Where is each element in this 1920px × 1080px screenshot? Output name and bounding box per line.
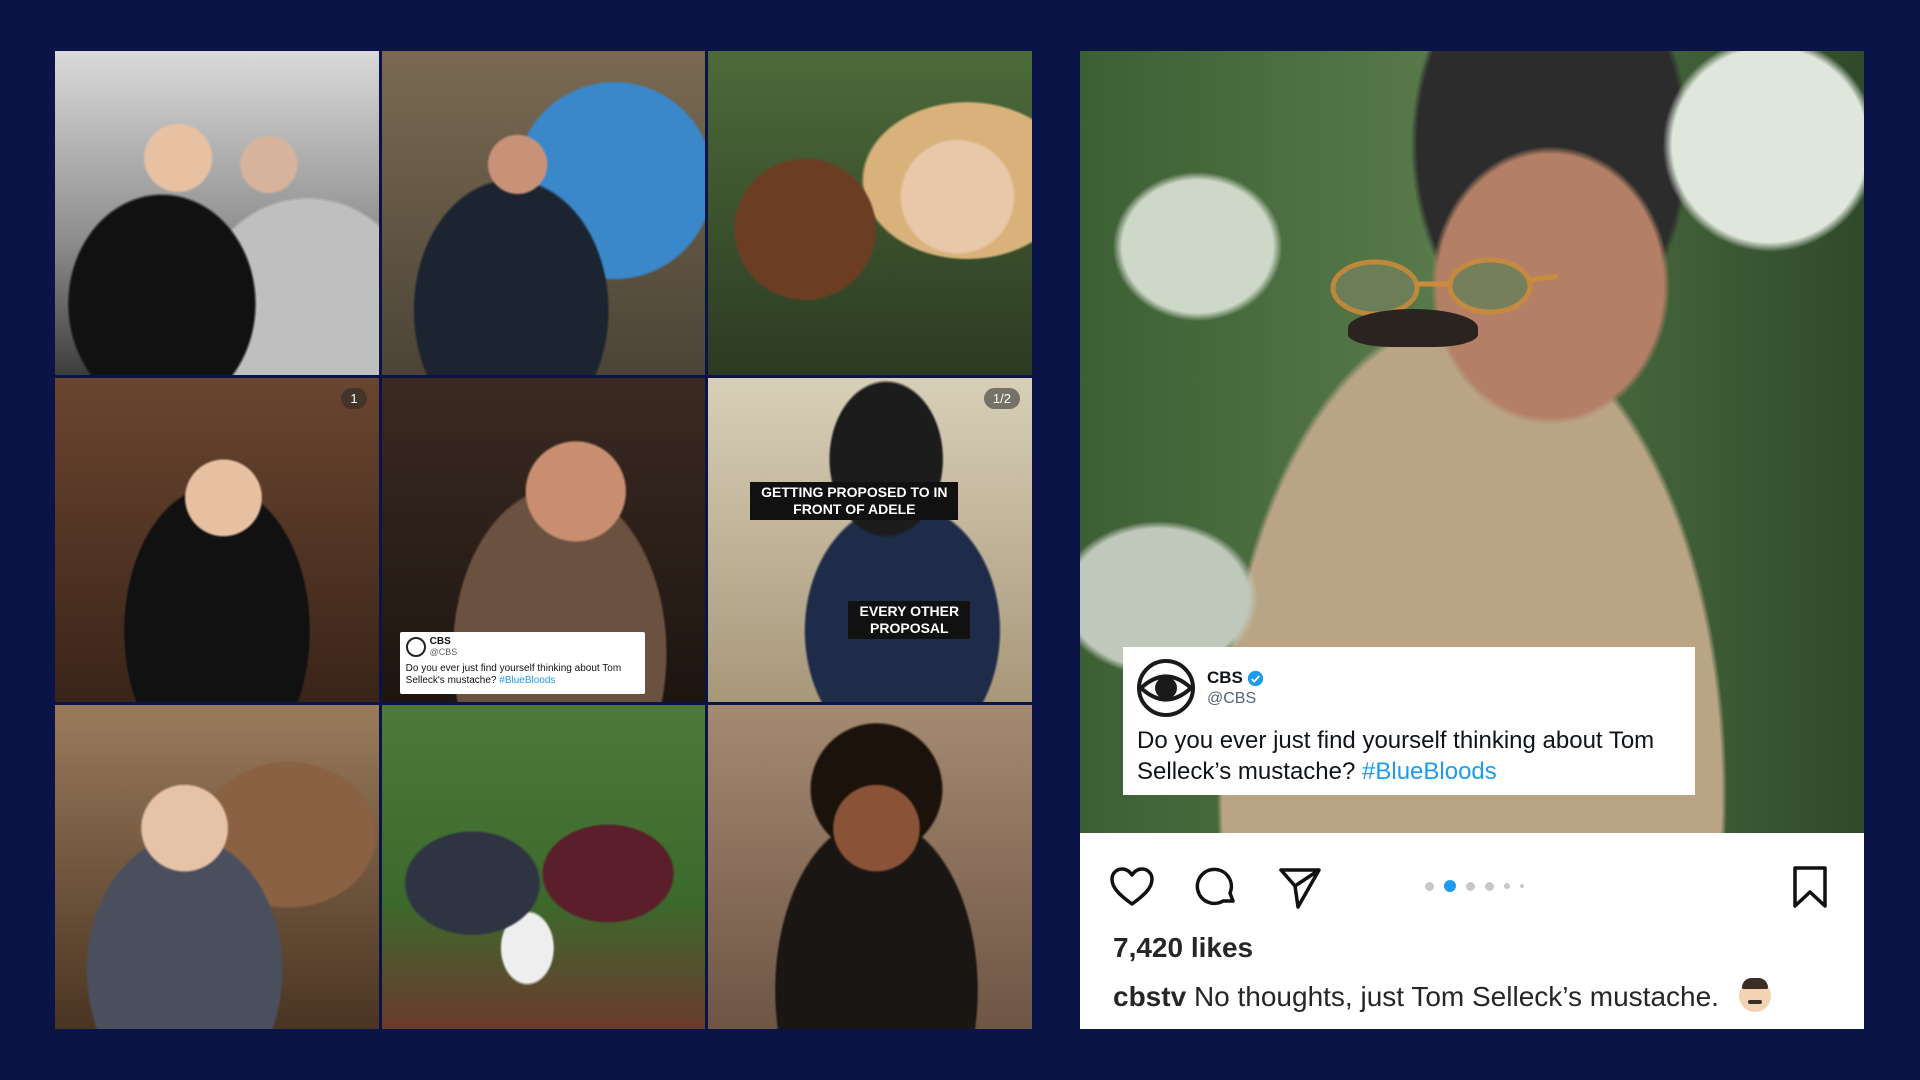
post-photo[interactable]: CBS @CBS Do you ever just find yourself … bbox=[1080, 51, 1864, 833]
tile-selfie[interactable] bbox=[55, 51, 379, 375]
carousel-dot-active bbox=[1444, 880, 1456, 892]
tweet-hashtag[interactable]: #BlueBloods bbox=[1362, 758, 1497, 785]
mini-tweet-handle: @CBS bbox=[429, 647, 458, 657]
tile-young-sheldon[interactable] bbox=[55, 705, 379, 1029]
sunglasses-graphic bbox=[1330, 257, 1559, 316]
likes-count[interactable]: 7,420 likes bbox=[1113, 932, 1253, 964]
carousel-dot bbox=[1504, 883, 1510, 889]
caption-username[interactable]: cbstv bbox=[1113, 981, 1186, 1012]
heart-icon[interactable] bbox=[1108, 863, 1156, 911]
tile-image bbox=[708, 705, 1032, 1029]
carousel-dot bbox=[1485, 881, 1494, 891]
meme-caption-top: GETTING PROPOSED TO IN FRONT OF ADELE bbox=[750, 482, 959, 520]
carousel-dot bbox=[1520, 884, 1524, 888]
carousel-badge: 1/2 bbox=[983, 388, 1020, 409]
tile-image bbox=[381, 705, 706, 1029]
bookmark-icon[interactable] bbox=[1786, 863, 1834, 911]
man-mustache-emoji-icon bbox=[1738, 978, 1771, 1012]
tweet-name-text: CBS bbox=[1207, 668, 1243, 687]
mini-tweet-card: CBS @CBS Do you ever just find yourself … bbox=[399, 632, 646, 694]
verified-badge-icon bbox=[1247, 670, 1264, 686]
caption-text: No thoughts, just Tom Selleck’s mustache… bbox=[1193, 981, 1719, 1012]
carousel-badge: 1 bbox=[341, 388, 367, 409]
comment-icon[interactable] bbox=[1192, 863, 1240, 911]
tile-adele-microphone[interactable]: 1 bbox=[55, 378, 379, 702]
tile-image bbox=[708, 378, 1032, 702]
tile-proposal-meme[interactable]: 1/2 GETTING PROPOSED TO IN FRONT OF ADEL… bbox=[708, 378, 1032, 702]
tweet-text: Do you ever just find yourself thinking … bbox=[1137, 725, 1681, 787]
meme-caption-bottom: EVERY OTHER PROPOSAL bbox=[848, 601, 971, 639]
tile-holiday-fight[interactable] bbox=[381, 705, 706, 1029]
tweet-account-name: CBS bbox=[1207, 668, 1264, 688]
carousel-indicator bbox=[1425, 880, 1524, 892]
photo-grid: 1 CBS @CBS Do you ever just find yoursel… bbox=[55, 51, 1032, 1029]
instagram-post: CBS @CBS Do you ever just find yourself … bbox=[1080, 51, 1864, 1029]
send-icon[interactable] bbox=[1276, 863, 1324, 911]
cbs-eye-icon bbox=[405, 636, 426, 657]
tile-image bbox=[381, 51, 706, 375]
mini-tweet-text: Do you ever just find yourself thinking … bbox=[406, 663, 640, 687]
tile-oprah-adele[interactable] bbox=[708, 51, 1032, 375]
tile-tom-selleck-tweet[interactable]: CBS @CBS Do you ever just find yourself … bbox=[381, 378, 706, 702]
carousel-dot bbox=[1466, 881, 1475, 891]
tile-image bbox=[55, 705, 379, 1029]
mustache-graphic bbox=[1348, 309, 1478, 347]
tile-image bbox=[708, 51, 1032, 375]
tweet-card: CBS @CBS Do you ever just find yourself … bbox=[1123, 647, 1695, 795]
tile-image bbox=[55, 51, 379, 375]
tweet-handle: @CBS bbox=[1207, 690, 1257, 707]
carousel-dot bbox=[1425, 881, 1434, 891]
mini-tweet-hashtag[interactable]: #BlueBloods bbox=[499, 675, 555, 686]
post-caption: cbstv No thoughts, just Tom Selleck’s mu… bbox=[1113, 978, 1771, 1013]
cbs-eye-icon bbox=[1137, 659, 1195, 717]
tile-image bbox=[55, 378, 379, 702]
mini-tweet-name: CBS bbox=[429, 636, 451, 647]
post-action-bar bbox=[1080, 833, 1864, 933]
tile-survivor-host[interactable] bbox=[381, 51, 706, 375]
tile-yearbook-photo[interactable] bbox=[708, 705, 1032, 1029]
